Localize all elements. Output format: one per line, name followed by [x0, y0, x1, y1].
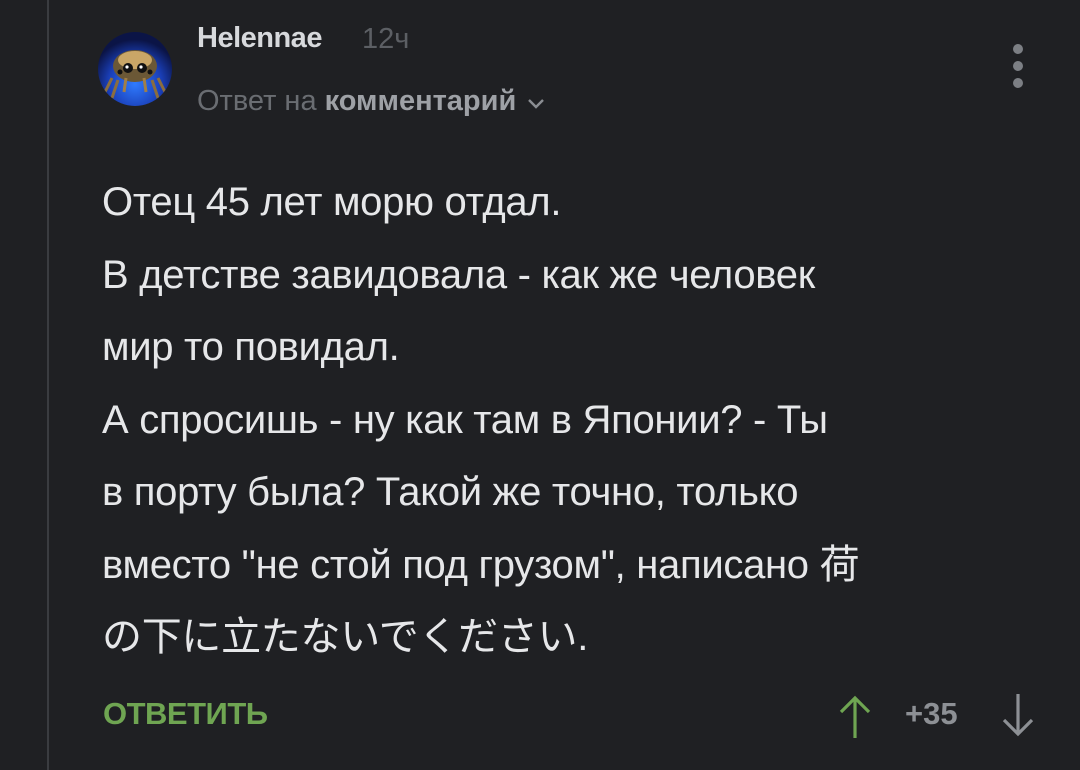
- avatar[interactable]: [98, 32, 172, 106]
- arrow-down-icon[interactable]: [999, 692, 1037, 740]
- reply-to-info: Ответ на комментарий: [197, 84, 546, 119]
- more-vertical-icon[interactable]: [1006, 42, 1030, 90]
- thread-line: [47, 0, 49, 770]
- comment-time: 12ч: [362, 23, 410, 55]
- score-value: +35: [905, 696, 958, 731]
- comment-line: вместо "не стой под грузом", написано 荷: [102, 542, 860, 587]
- comment-line: мир то повидал.: [102, 325, 400, 369]
- comment-line: в порту была? Такой же точно, только: [102, 470, 799, 514]
- reply-to-link[interactable]: комментарий: [325, 85, 517, 118]
- chevron-down-icon[interactable]: [526, 86, 546, 119]
- comment-line: Отец 45 лет морю отдал.: [102, 180, 562, 224]
- reply-button[interactable]: ОТВЕТИТЬ: [103, 696, 268, 732]
- spider-avatar-icon: [98, 32, 172, 106]
- reply-prefix: Ответ на: [197, 85, 317, 117]
- comment-line: の下に立たないでください.: [102, 615, 589, 659]
- comment-line: В детстве завидовала - как же человек: [102, 252, 815, 297]
- arrow-up-icon[interactable]: [836, 692, 874, 740]
- comment-author[interactable]: Helennae: [197, 22, 322, 55]
- comment-body: Отец 45 лет морю отдал. В детстве завидо…: [102, 166, 1037, 674]
- comment-line: А спросишь - ну как там в Японии? - Ты: [102, 397, 828, 442]
